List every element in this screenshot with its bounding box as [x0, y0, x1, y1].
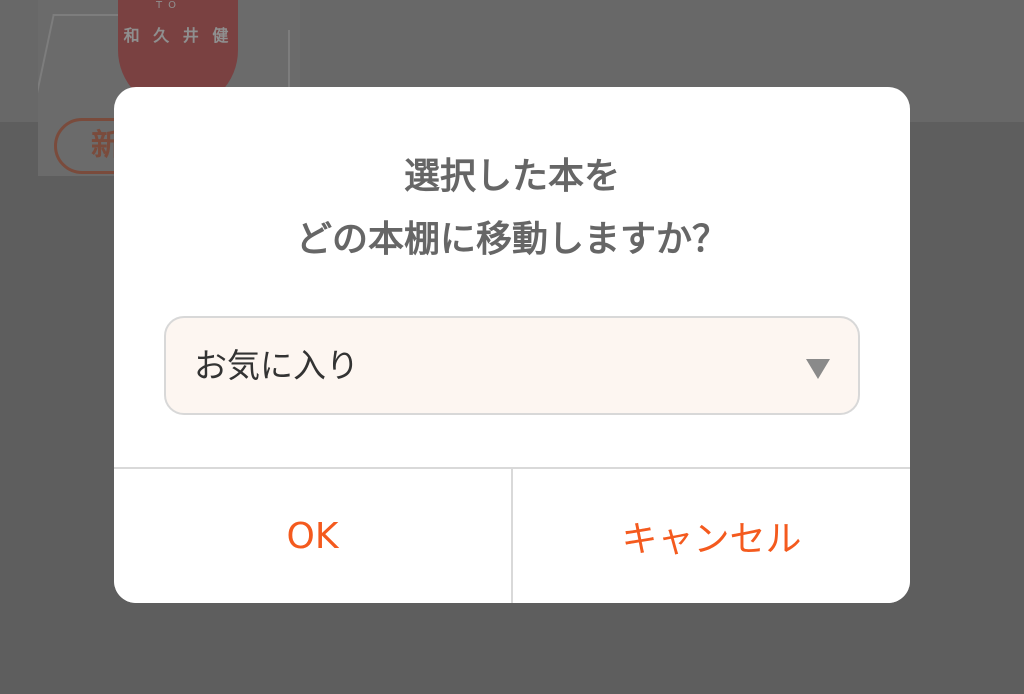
dialog-title-line-1: 選択した本を — [403, 156, 620, 197]
cover-small-text: TO — [156, 0, 182, 11]
dialog-button-bar: OK キャンセル — [114, 467, 910, 603]
move-shelf-dialog: 選択した本を どの本棚に移動しますか？ お気に入り OK キャンセル — [114, 87, 910, 603]
ok-button[interactable]: OK — [114, 469, 513, 603]
shelf-select[interactable]: お気に入り — [164, 316, 860, 415]
dialog-title-line-2: どの本棚に移動しますか？ — [295, 219, 728, 260]
triangle-down-icon — [806, 359, 830, 379]
cover-art-lines — [38, 14, 125, 116]
cover-author-text: 和 久 井 健 — [123, 26, 233, 45]
cancel-button[interactable]: キャンセル — [513, 469, 910, 603]
shelf-select-value: お気に入り — [194, 346, 359, 385]
dialog-title: 選択した本を どの本棚に移動しますか？ — [114, 145, 910, 271]
